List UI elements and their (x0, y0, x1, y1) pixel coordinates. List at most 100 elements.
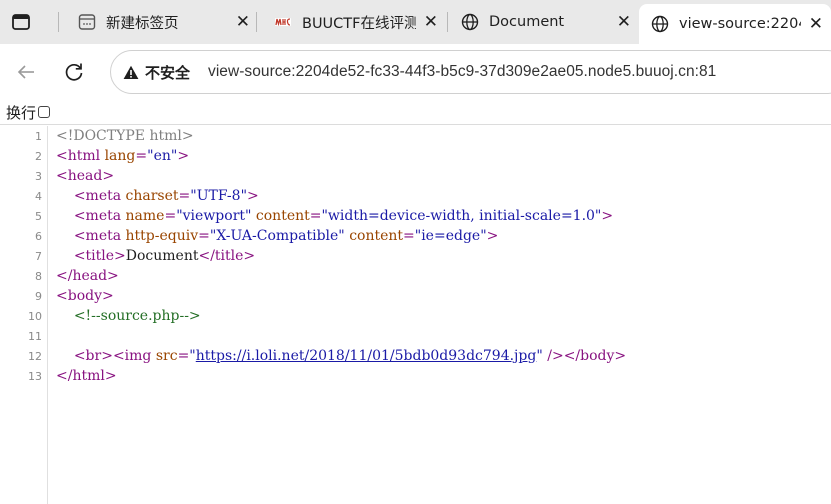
line-number: 8 (35, 269, 42, 283)
tab-close-icon[interactable]: ✕ (617, 13, 631, 31)
tag: </title> (198, 248, 256, 264)
source-line: 3 <head> (0, 166, 831, 186)
tag: </body> (563, 348, 627, 364)
attr-eq: = (198, 228, 210, 244)
line-wrap-checkbox[interactable] (38, 106, 51, 118)
line-number: 12 (28, 349, 42, 363)
line-wrap-label: 换行 (6, 103, 37, 122)
tab-document[interactable]: Document ✕ (449, 4, 639, 40)
attr-value: "en" (147, 148, 178, 164)
line-number: 9 (35, 289, 42, 303)
tag: > (247, 188, 259, 204)
image-source-link[interactable]: https://i.loli.net/2018/11/01/5bdb0d93dc… (196, 348, 537, 364)
attr-value: "ie=edge" (414, 228, 487, 244)
source-line: 12 <br><img src="https://i.loli.net/2018… (0, 346, 831, 366)
source-line: 11 (0, 326, 831, 346)
source-line: 10 <!--source.php--> (0, 306, 831, 326)
line-number: 3 (35, 169, 42, 183)
tag: <html (56, 148, 105, 164)
sidebar-panel-icon (12, 14, 30, 30)
source-view: 1 <!DOCTYPE html> 2 <html lang="en"> 3 <… (0, 126, 831, 504)
attr-name: src (155, 348, 178, 364)
tab-view-source[interactable]: view-source:2204de52-fc33 ✕ (639, 4, 831, 44)
attr-name: charset (125, 188, 179, 204)
line-number: 13 (28, 369, 42, 383)
line-number: 1 (35, 129, 42, 143)
tab-buuctf[interactable]: BUUCTF在线评测 ✕ (262, 4, 446, 40)
attr-name: content (255, 208, 310, 224)
security-indicator[interactable]: 不安全 (123, 62, 208, 83)
tag: <br> (73, 348, 113, 364)
tab-title: 新建标签页 (106, 15, 179, 32)
source-line: 9 <body> (0, 286, 831, 306)
tag: <img (112, 348, 156, 364)
reload-icon (65, 63, 83, 81)
tab-new-tab[interactable]: 新建标签页 ✕ (66, 4, 258, 40)
reload-button[interactable] (60, 58, 88, 86)
tag: <body> (56, 288, 114, 304)
globe-icon (461, 13, 479, 31)
attr-eq: = (135, 148, 148, 164)
source-line: 1 <!DOCTYPE html> (0, 126, 831, 146)
line-number: 10 (28, 309, 42, 323)
attr-name: name (125, 208, 165, 224)
attr-value: "UTF-8" (190, 188, 248, 204)
source-line: 6 <meta http-equiv="X-UA-Compatible" con… (0, 226, 831, 246)
divider (0, 124, 831, 125)
attr-value: "width=device-width, initial-scale=1.0" (321, 208, 602, 224)
line-wrap-toggle[interactable]: 换行 (0, 100, 831, 124)
globe-icon (651, 15, 669, 33)
tag: </html> (56, 368, 117, 384)
security-label: 不安全 (145, 63, 191, 82)
line-number: 7 (35, 249, 42, 263)
tag: > (177, 148, 190, 164)
source-line: 5 <meta name="viewport" content="width=d… (0, 206, 831, 226)
tag: <head> (56, 168, 115, 184)
tab-separator (58, 12, 59, 32)
line-number: 4 (35, 189, 42, 203)
tab-separator (447, 12, 448, 32)
tag: </head> (56, 268, 119, 284)
tab-close-icon[interactable]: ✕ (809, 15, 823, 33)
tab-title: view-source:2204de52-fc33 (679, 16, 801, 32)
tab-title: BUUCTF在线评测 (302, 15, 416, 32)
tab-title: Document (489, 14, 565, 30)
line-number: 6 (35, 229, 42, 243)
attr-eq: = (403, 228, 415, 244)
back-arrow-icon (17, 65, 34, 79)
attr-eq: = (164, 208, 177, 224)
attr-name: lang (104, 148, 136, 164)
url-text[interactable]: view-source:2204de52-fc33-44f3-b5c9-37d3… (208, 63, 716, 81)
source-line: 2 <html lang="en"> (0, 146, 831, 166)
tag: > (486, 228, 499, 244)
comment: <!--source.php--> (73, 308, 201, 324)
source-line: 13 </html> (0, 366, 831, 386)
tag: > (601, 208, 614, 224)
tag: <meta (73, 208, 126, 224)
source-line: 8 </head> (0, 266, 831, 286)
doctype: <!DOCTYPE html> (56, 128, 194, 144)
tag: <meta (73, 188, 126, 204)
address-bar[interactable]: 不安全 view-source:2204de52-fc33-44f3-b5c9-… (110, 50, 831, 94)
attr-eq: = (177, 348, 190, 364)
attr-name: content (349, 228, 404, 244)
line-number: 5 (35, 209, 42, 223)
buuctf-favicon (274, 13, 292, 31)
line-number: 11 (28, 329, 42, 343)
back-button[interactable] (12, 58, 40, 86)
tab-actions-button[interactable] (6, 8, 36, 36)
toolbar: 不安全 view-source:2204de52-fc33-44f3-b5c9-… (0, 44, 831, 100)
attr-value: "viewport" (176, 208, 252, 224)
attr-value: "X-UA-Compatible" (209, 228, 345, 244)
tab-close-icon[interactable]: ✕ (424, 13, 438, 31)
source-line: 7 <title>Document</title> (0, 246, 831, 266)
warning-icon (123, 65, 139, 79)
tab-separator (256, 12, 257, 32)
attr-eq: = (178, 188, 191, 204)
attr-eq: = (309, 208, 322, 224)
tab-close-icon[interactable]: ✕ (236, 13, 250, 31)
tag: <meta (73, 228, 126, 244)
